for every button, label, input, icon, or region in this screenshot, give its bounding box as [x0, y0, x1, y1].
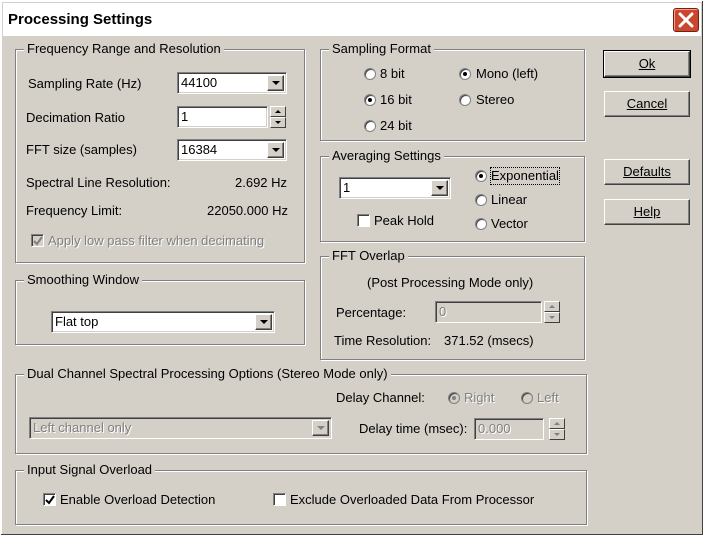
radio-mono-label[interactable]: Mono (left)	[476, 66, 538, 82]
sampling-rate-select[interactable]: 44100	[177, 72, 287, 94]
chevron-down-icon[interactable]	[312, 420, 329, 436]
dual-channel-group: Dual Channel Spectral Processing Options…	[15, 367, 587, 454]
radio-stereo-label[interactable]: Stereo	[476, 92, 514, 108]
low-pass-filter-checkbox[interactable]	[31, 234, 44, 247]
smoothing-window-group-label: Smoothing Window	[24, 273, 142, 287]
stepper-down-icon[interactable]	[544, 312, 560, 323]
radio-16-bit-label[interactable]: 16 bit	[380, 92, 412, 108]
frequency-limit-value: 22050.000 Hz	[207, 203, 288, 218]
peak-hold-checkbox[interactable]	[357, 214, 370, 227]
radio-exponential-label[interactable]: Exponential	[490, 167, 560, 185]
radio-8-bit[interactable]	[364, 68, 376, 80]
peak-hold-label[interactable]: Peak Hold	[374, 213, 434, 229]
stepper-up-icon[interactable]	[549, 418, 565, 429]
close-button[interactable]	[673, 8, 699, 32]
dual-channel-mode-select[interactable]: Left channel only	[29, 417, 332, 439]
radio-24-bit[interactable]	[364, 120, 376, 132]
low-pass-filter-label: Apply low pass filter when decimating	[48, 233, 265, 248]
radio-stereo[interactable]	[459, 94, 471, 106]
check-icon	[45, 495, 55, 505]
stepper-up-icon[interactable]	[270, 106, 286, 117]
radio-24-bit-label[interactable]: 24 bit	[380, 118, 412, 134]
sampling-format-group: Sampling Format	[320, 42, 585, 141]
delay-time-input[interactable]: 0.000	[474, 418, 544, 440]
help-button[interactable]: Help	[604, 199, 690, 225]
decimation-ratio-input[interactable]: 1	[177, 106, 268, 128]
sampling-format-group-label: Sampling Format	[329, 42, 434, 56]
percentage-input[interactable]: 0	[435, 301, 542, 323]
spectral-line-resolution-label: Spectral Line Resolution:	[26, 175, 171, 190]
radio-8-bit-label[interactable]: 8 bit	[380, 66, 405, 82]
dual-channel-mode-value: Left channel only	[33, 420, 132, 435]
dialog-title: Processing Settings	[8, 11, 153, 28]
sampling-rate-value: 44100	[181, 75, 218, 90]
input-overload-group-label: Input Signal Overload	[24, 463, 156, 477]
title-bar: Processing Settings	[3, 3, 701, 36]
stepper-down-icon[interactable]	[270, 117, 286, 128]
dual-channel-group-label: Dual Channel Spectral Processing Options…	[24, 367, 391, 381]
radio-delay-left[interactable]	[521, 392, 533, 404]
percentage-label: Percentage:	[336, 305, 407, 320]
averaging-count-value: 1	[343, 180, 351, 195]
radio-mono[interactable]	[459, 68, 471, 80]
radio-exponential[interactable]	[475, 170, 487, 182]
percentage-value: 0	[439, 304, 447, 319]
averaging-count-select[interactable]: 1	[339, 177, 451, 199]
stepper-up-icon[interactable]	[544, 301, 560, 312]
cancel-button-label: Cancel	[626, 96, 668, 111]
decimation-ratio-stepper[interactable]	[270, 106, 286, 128]
radio-delay-left-label[interactable]: Left	[537, 390, 559, 406]
ok-button[interactable]: Ok	[603, 50, 691, 78]
exclude-overload-checkbox[interactable]	[273, 493, 286, 506]
averaging-settings-group-label: Averaging Settings	[329, 149, 444, 163]
processing-settings-dialog: Processing Settings Frequency Range and …	[0, 0, 704, 536]
radio-vector[interactable]	[475, 218, 487, 230]
delay-channel-label: Delay Channel:	[336, 390, 425, 405]
fft-size-value: 16384	[181, 142, 218, 157]
radio-delay-right[interactable]	[448, 392, 460, 404]
decimation-ratio-value: 1	[181, 109, 189, 124]
defaults-button[interactable]: Defaults	[604, 159, 690, 185]
radio-delay-right-label[interactable]: Right	[464, 390, 494, 406]
enable-overload-label[interactable]: Enable Overload Detection	[60, 492, 215, 508]
time-resolution-label: Time Resolution:	[334, 333, 432, 348]
close-icon	[678, 12, 694, 28]
check-icon	[33, 236, 43, 246]
radio-linear-label[interactable]: Linear	[491, 192, 527, 208]
delay-time-label: Delay time (msec):	[359, 421, 468, 436]
smoothing-window-select[interactable]: Flat top	[51, 311, 275, 333]
cancel-button[interactable]: Cancel	[604, 91, 690, 117]
stepper-down-icon[interactable]	[549, 429, 565, 440]
time-resolution-value: 371.52 (msecs)	[444, 333, 534, 348]
exclude-overload-label[interactable]: Exclude Overloaded Data From Processor	[290, 492, 534, 508]
defaults-button-label: Defaults	[623, 164, 671, 179]
fft-size-label: FFT size (samples)	[26, 142, 137, 157]
frequency-limit-label: Frequency Limit:	[26, 203, 123, 218]
decimation-ratio-label: Decimation Ratio	[26, 110, 125, 125]
sampling-rate-label: Sampling Rate (Hz)	[28, 76, 142, 91]
smoothing-window-value: Flat top	[55, 314, 99, 329]
spectral-line-resolution-value: 2.692 Hz	[235, 175, 288, 190]
chevron-down-icon[interactable]	[255, 314, 272, 330]
chevron-down-icon[interactable]	[267, 75, 284, 91]
frequency-range-group-label: Frequency Range and Resolution	[24, 42, 224, 56]
delay-time-value: 0.000	[478, 421, 511, 436]
percentage-stepper[interactable]	[544, 301, 560, 323]
radio-16-bit[interactable]	[364, 94, 376, 106]
chevron-down-icon[interactable]	[431, 180, 448, 196]
chevron-down-icon[interactable]	[267, 142, 284, 158]
fft-size-select[interactable]: 16384	[177, 139, 287, 161]
fft-overlap-group-label: FFT Overlap	[329, 249, 408, 263]
radio-linear[interactable]	[475, 194, 487, 206]
delay-time-stepper[interactable]	[549, 418, 565, 440]
ok-button-label: Ok	[638, 56, 656, 71]
radio-vector-label[interactable]: Vector	[491, 216, 528, 232]
help-button-label: Help	[633, 204, 661, 219]
enable-overload-checkbox[interactable]	[43, 493, 56, 506]
fft-overlap-note: (Post Processing Mode only)	[367, 275, 534, 290]
